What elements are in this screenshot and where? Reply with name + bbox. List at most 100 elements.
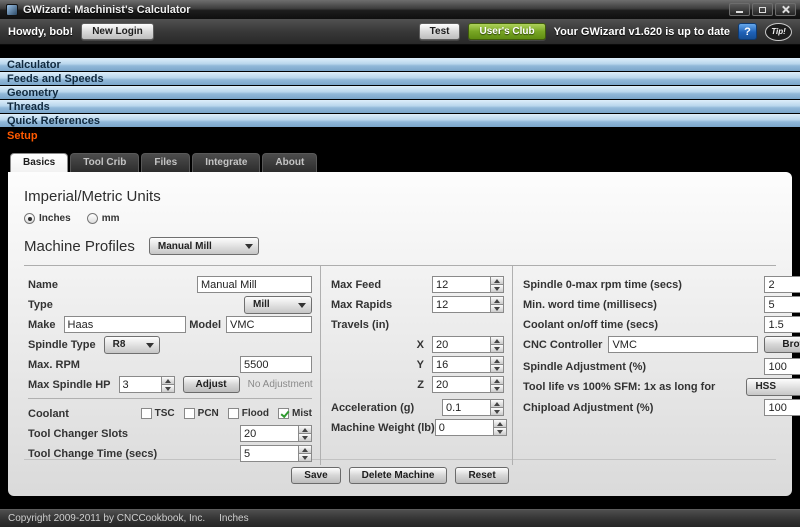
inches-radio[interactable]: Inches (24, 213, 71, 224)
coolant-label: Coolant (28, 408, 141, 420)
spindle-type-row: Spindle Type R8 (28, 336, 312, 353)
spin-down-button[interactable] (490, 365, 504, 373)
max-rpm-input[interactable] (240, 356, 312, 373)
nav-item-setup[interactable]: Setup (0, 128, 800, 144)
new-login-button[interactable]: New Login (81, 23, 154, 40)
users-club-button[interactable]: User's Club (468, 23, 545, 40)
make-input[interactable] (64, 316, 186, 333)
tool-life-label: Tool life vs 100% SFM: 1x as long for (523, 381, 746, 393)
type-dropdown[interactable]: Mill (244, 296, 312, 314)
max-rpm-row: Max. RPM (28, 356, 312, 373)
travel-z-input[interactable] (432, 376, 490, 393)
up-arrow-icon (494, 359, 500, 363)
tsc-checkbox[interactable]: TSC (141, 408, 175, 419)
delete-machine-button[interactable]: Delete Machine (349, 467, 448, 484)
mist-checkbox[interactable]: Mist (278, 408, 312, 419)
mm-radio[interactable]: mm (87, 213, 120, 224)
spin-down-button[interactable] (490, 345, 504, 353)
down-arrow-icon (494, 347, 500, 351)
tool-changer-slots-label: Tool Changer Slots (28, 428, 240, 440)
tool-changer-slots-input[interactable] (240, 425, 298, 442)
tip-badge[interactable]: Tip! (765, 23, 792, 41)
spin-up-button[interactable] (490, 376, 504, 385)
nav-item-geometry[interactable]: Geometry (0, 86, 800, 99)
spin-down-button[interactable] (298, 454, 312, 462)
help-button[interactable]: ? (738, 23, 757, 40)
pcn-checkbox[interactable]: PCN (184, 408, 219, 419)
form-column-right: Spindle 0-max rpm time (secs) Min. word … (512, 266, 800, 465)
reset-button[interactable]: Reset (455, 467, 508, 484)
test-button[interactable]: Test (419, 23, 461, 40)
close-button[interactable] (775, 3, 796, 16)
spin-down-button[interactable] (490, 285, 504, 293)
tool-life-dropdown[interactable]: HSS (746, 378, 800, 396)
tool-life-row: Tool life vs 100% SFM: 1x as long for HS… (523, 378, 800, 395)
max-spindle-hp-input[interactable] (119, 376, 161, 393)
tool-life-dropdown-value: HSS (755, 381, 800, 392)
spin-up-button[interactable] (161, 376, 175, 385)
chipload-adjustment-label: Chipload Adjustment (%) (523, 402, 764, 414)
max-feed-input[interactable] (432, 276, 490, 293)
travel-x-input[interactable] (432, 336, 490, 353)
nav-item-calculator[interactable]: Calculator (0, 58, 800, 71)
tab-integrate[interactable]: Integrate (192, 153, 260, 172)
chipload-adjustment-input[interactable] (764, 399, 800, 416)
travel-y-input[interactable] (432, 356, 490, 373)
spin-down-button[interactable] (161, 385, 175, 393)
spin-down-button[interactable] (490, 408, 504, 416)
cnc-controller-input[interactable] (608, 336, 758, 353)
flood-checkbox[interactable]: Flood (228, 408, 269, 419)
browse-button[interactable]: Browse (764, 336, 800, 353)
up-arrow-icon (494, 379, 500, 383)
spin-up-button[interactable] (490, 336, 504, 345)
spin-up-button[interactable] (490, 276, 504, 285)
spin-up-button[interactable] (490, 399, 504, 408)
coolant-time-input[interactable] (764, 316, 800, 333)
coolant-checkbox-group: TSC PCN Flood Mist (141, 408, 312, 419)
coolant-row: Coolant TSC PCN Flood (28, 405, 312, 422)
nav-item-feeds-and-speeds[interactable]: Feeds and Speeds (0, 72, 800, 85)
spindle-adjustment-input[interactable] (764, 358, 800, 375)
spindle-time-input[interactable] (764, 276, 800, 293)
machine-profiles-row: Machine Profiles Manual Mill (24, 237, 776, 255)
maximize-button[interactable] (752, 3, 773, 16)
max-rapids-input[interactable] (432, 296, 490, 313)
spin-up-button[interactable] (490, 356, 504, 365)
tab-tool-crib[interactable]: Tool Crib (70, 153, 139, 172)
spin-buttons (490, 399, 504, 416)
spin-up-button[interactable] (490, 296, 504, 305)
spin-down-button[interactable] (490, 305, 504, 313)
machine-name-input[interactable] (197, 276, 312, 293)
up-arrow-icon (302, 428, 308, 432)
save-button[interactable]: Save (291, 467, 340, 484)
spin-up-button[interactable] (298, 445, 312, 454)
nav-item-quick-references[interactable]: Quick References (0, 114, 800, 127)
acceleration-input[interactable] (442, 399, 490, 416)
spindle-type-dropdown[interactable]: R8 (104, 336, 160, 354)
mist-checkbox-label: Mist (292, 408, 312, 419)
adjust-button[interactable]: Adjust (183, 376, 240, 393)
spin-buttons (298, 445, 312, 462)
tab-basics[interactable]: Basics (10, 153, 68, 172)
tab-files[interactable]: Files (141, 153, 190, 172)
tool-changer-slots-spinner (240, 425, 312, 442)
spin-down-button[interactable] (298, 434, 312, 442)
nav-item-threads[interactable]: Threads (0, 100, 800, 113)
spin-buttons (490, 336, 504, 353)
min-word-time-input[interactable] (764, 296, 800, 313)
spin-up-button[interactable] (493, 419, 507, 428)
copyright-text: Copyright 2009-2011 by CNCCookbook, Inc. (8, 513, 205, 524)
machine-weight-row: Machine Weight (lb) (331, 419, 504, 436)
update-status-text: Your GWizard v1.620 is up to date (554, 26, 730, 38)
spin-down-button[interactable] (490, 385, 504, 393)
minimize-button[interactable] (729, 3, 750, 16)
down-arrow-icon (302, 456, 308, 460)
spin-up-button[interactable] (298, 425, 312, 434)
machine-weight-input[interactable] (435, 419, 493, 436)
model-input[interactable] (226, 316, 312, 333)
machine-profile-dropdown[interactable]: Manual Mill (149, 237, 259, 255)
spin-down-button[interactable] (493, 428, 507, 436)
up-arrow-icon (497, 422, 503, 426)
travel-y-row: Y (331, 356, 504, 373)
tab-about[interactable]: About (262, 153, 317, 172)
